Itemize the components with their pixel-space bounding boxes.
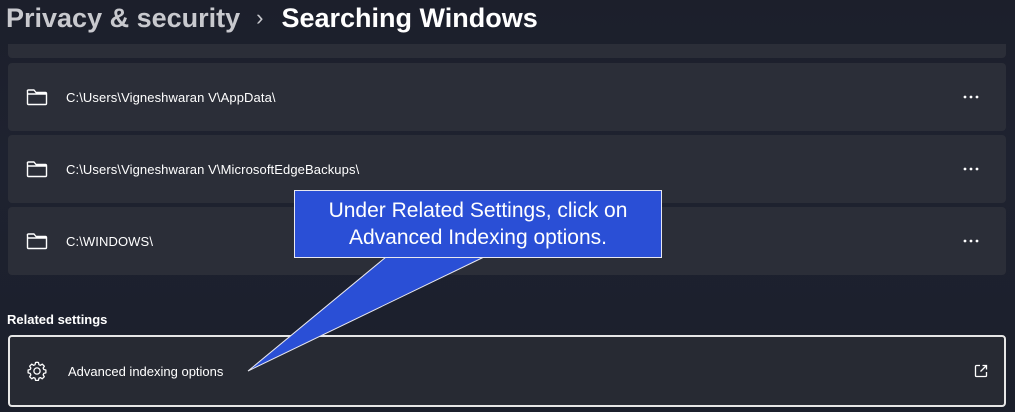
advanced-indexing-options-label: Advanced indexing options bbox=[68, 363, 224, 379]
breadcrumb-parent-link[interactable]: Privacy & security bbox=[6, 3, 240, 34]
advanced-indexing-options-link[interactable]: Advanced indexing options bbox=[8, 335, 1006, 407]
related-settings-heading: Related settings bbox=[7, 312, 108, 327]
folder-icon bbox=[26, 160, 48, 178]
instruction-callout: Under Related Settings, click on Advance… bbox=[294, 190, 662, 258]
folder-icon bbox=[26, 232, 48, 250]
folder-path: C:\Users\Vigneshwaran V\AppData\ bbox=[66, 89, 276, 105]
callout-line-1: Under Related Settings, click on bbox=[328, 199, 628, 222]
folder-path: C:\Users\Vigneshwaran V\MicrosoftEdgeBac… bbox=[66, 161, 360, 177]
external-link-icon bbox=[974, 364, 988, 378]
breadcrumb-separator: › bbox=[256, 5, 264, 30]
more-options-icon[interactable] bbox=[962, 162, 980, 176]
folder-icon bbox=[26, 88, 48, 106]
folder-path: C:\WINDOWS\ bbox=[66, 233, 154, 249]
gear-icon bbox=[26, 360, 48, 382]
page-title: Searching Windows bbox=[281, 2, 538, 33]
more-options-icon[interactable] bbox=[962, 90, 980, 104]
breadcrumb: Privacy & security › Searching Windows bbox=[6, 0, 538, 36]
excluded-folder-item[interactable]: C:\Users\Vigneshwaran V\AppData\ bbox=[8, 63, 1006, 131]
callout-line-2: Advanced Indexing options. bbox=[348, 226, 608, 249]
list-item-partial bbox=[8, 44, 1006, 58]
more-options-icon[interactable] bbox=[962, 234, 980, 248]
